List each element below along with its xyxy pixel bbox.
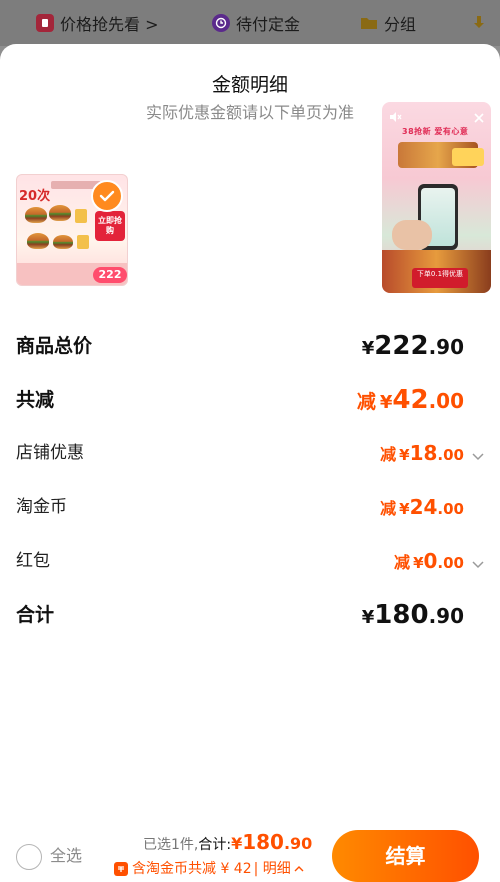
- total-price-label: 商品总价: [16, 335, 93, 357]
- burger-image: [53, 235, 73, 249]
- group-label: 分组: [384, 15, 417, 34]
- checkout-total: ¥180.90: [231, 830, 313, 854]
- total-reduction-label: 共减: [16, 389, 55, 411]
- details-link[interactable]: | 明细: [254, 860, 291, 878]
- folder-icon: [360, 14, 378, 32]
- discount-summary[interactable]: 含淘金币共减 ¥ 42 | 明细: [114, 860, 304, 878]
- thumbnail-count: 20次: [19, 189, 51, 204]
- close-icon[interactable]: [473, 109, 485, 123]
- thumbnail-price: 222: [93, 267, 127, 283]
- row-store-discount[interactable]: 店铺优惠 减 ¥18.00: [0, 433, 500, 473]
- download-tab[interactable]: [470, 0, 494, 46]
- red-packet-label: 红包: [16, 551, 50, 571]
- total-reduction-value: 减 ¥42.00: [356, 385, 464, 415]
- tao-coin-value: 减 ¥24.00: [380, 495, 464, 519]
- coin-icon: [114, 862, 128, 876]
- checkout-button[interactable]: 结算: [332, 830, 479, 882]
- row-sum: 合计 ¥180.90: [0, 595, 500, 635]
- check-icon: [91, 180, 123, 212]
- select-all-radio[interactable]: [16, 844, 42, 870]
- top-toolbar: 价格抢先看 > 待付定金 分组: [0, 0, 500, 46]
- burger-image: [25, 207, 47, 223]
- row-tao-coin: 淘金币 减 ¥24.00: [0, 487, 500, 527]
- tao-coin-label: 淘金币: [16, 497, 67, 517]
- sum-value: ¥180.90: [361, 600, 464, 630]
- price-grab-tab[interactable]: 价格抢先看 >: [36, 0, 159, 46]
- row-red-packet[interactable]: 红包 减 ¥0.00: [0, 541, 500, 581]
- burger-image: [49, 205, 71, 221]
- tag-icon: [36, 14, 54, 32]
- total-label: 合计:: [198, 837, 232, 853]
- fries-image: [75, 209, 87, 223]
- mute-icon[interactable]: [388, 109, 402, 123]
- red-packet-value: 减 ¥0.00: [394, 549, 464, 573]
- price-grab-label: 价格抢先看 >: [60, 15, 159, 34]
- group-tab[interactable]: 分组: [360, 0, 416, 46]
- chevron-down-icon[interactable]: [472, 555, 484, 569]
- video-headline: 38抢新 爱有心意: [402, 127, 469, 136]
- discount-text: 含淘金币共减 ¥ 42: [132, 861, 252, 877]
- total-price-value: ¥222.90: [361, 331, 464, 361]
- row-total-reduction: 共减 减 ¥42.00: [0, 380, 500, 420]
- sheet-title: 金额明细: [211, 74, 288, 96]
- row-total-price: 商品总价 ¥222.90: [0, 326, 500, 366]
- chevron-up-icon: [294, 865, 304, 873]
- pending-deposit-tab[interactable]: 待付定金: [212, 0, 300, 46]
- selected-count: 已选1件,: [143, 837, 199, 853]
- store-discount-label: 店铺优惠: [16, 443, 84, 463]
- fries-image: [77, 235, 89, 249]
- checkout-summary: 已选1件,合计:¥180.90: [143, 832, 312, 855]
- video-price-tag: [452, 148, 484, 166]
- download-icon: [470, 14, 488, 32]
- sum-label: 合计: [16, 604, 55, 626]
- video-cta-label: 下单0.1得优惠: [416, 270, 464, 278]
- clock-icon: [212, 14, 230, 32]
- checkout-bar: 全选 已选1件,合计:¥180.90 含淘金币共减 ¥ 42 | 明细 结算: [0, 818, 500, 882]
- pending-deposit-label: 待付定金: [236, 15, 301, 34]
- promo-video[interactable]: 38抢新 爱有心意 下单0.1得优惠: [382, 102, 491, 293]
- thumbnail-cta: 立即抢购: [95, 211, 125, 241]
- amount-detail-sheet: 金额明细 实际优惠金额请以下单页为准 20次 立即抢购 222 38抢新 爱有心…: [0, 44, 500, 882]
- chevron-down-icon[interactable]: [472, 447, 484, 461]
- store-discount-value: 减 ¥18.00: [380, 441, 464, 465]
- burger-image: [27, 233, 49, 249]
- video-hand-image: [392, 220, 432, 250]
- select-all-label[interactable]: 全选: [50, 846, 82, 866]
